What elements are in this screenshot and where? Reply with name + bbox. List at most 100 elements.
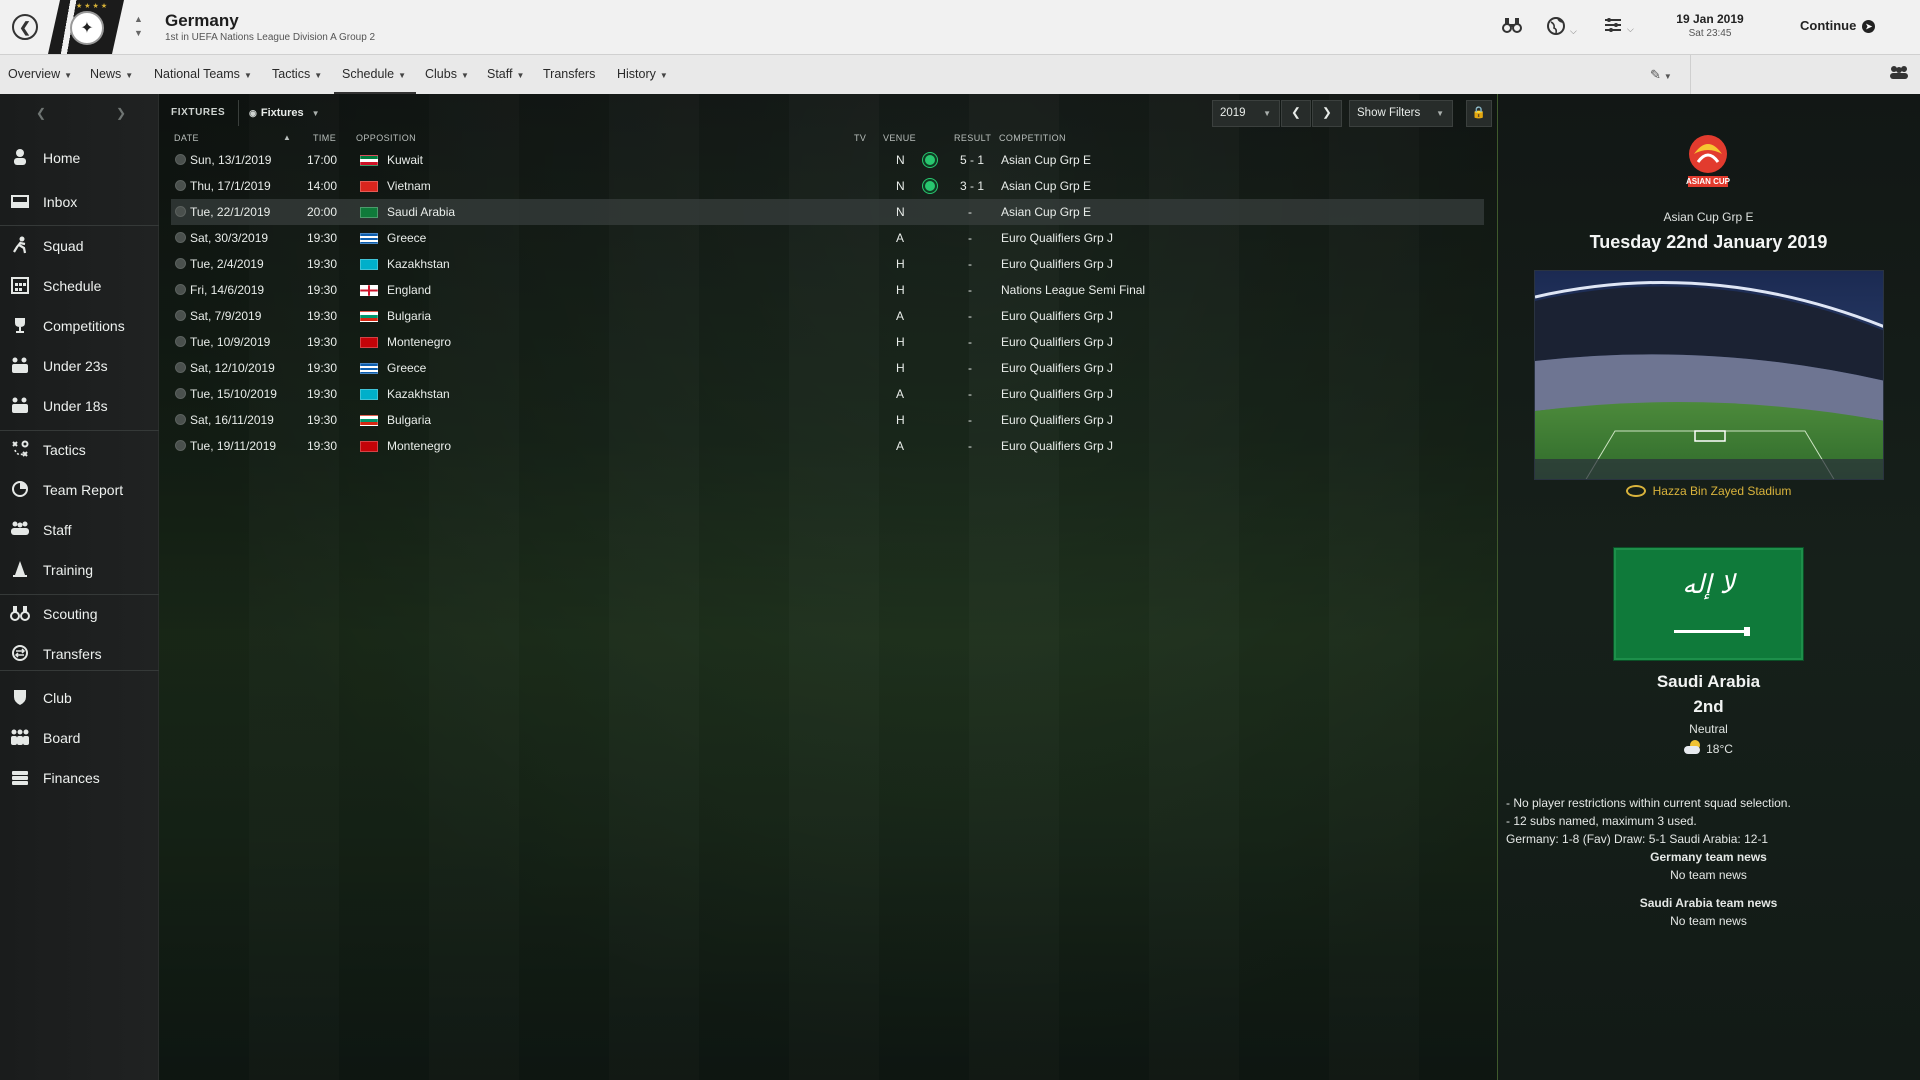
sort-asc-icon[interactable]: ▲ (283, 133, 291, 142)
nav-staff[interactable]: Staff ▼ (487, 67, 524, 81)
table-row[interactable]: Tue, 19/11/2019 19:30 Montenegro A - Euro Qua… (171, 433, 1484, 459)
fixture-result[interactable]: 5 - 1 (960, 153, 984, 167)
table-row[interactable]: Sat, 12/10/2019 19:30 Greece H - Euro Qualifi… (171, 355, 1484, 381)
settings-list-icon[interactable]: ⌵ (1603, 16, 1634, 39)
table-row[interactable]: Tue, 2/4/2019 19:30 Kazakhstan H - Euro Quali… (171, 251, 1484, 277)
fixture-result[interactable]: - (968, 387, 972, 401)
lock-icon[interactable]: 🔒 (1466, 100, 1492, 127)
nav-transfers[interactable]: Transfers (543, 67, 595, 81)
binoculars-icon[interactable] (1502, 16, 1522, 39)
fixture-competition[interactable]: Euro Qualifiers Grp J (1001, 309, 1113, 323)
col-header-tv[interactable]: TV (854, 133, 866, 143)
col-header-result[interactable]: RESULT (954, 133, 991, 143)
col-header-opposition[interactable]: OPPOSITION (356, 133, 416, 143)
fixtures-view-dropdown[interactable]: ◉ Fixtures ▼ (238, 100, 328, 126)
show-filters-button[interactable]: Show Filters ▼ (1349, 100, 1453, 127)
nav-tactics[interactable]: Tactics ▼ (272, 67, 322, 81)
next-year-button[interactable]: ❯ (1312, 100, 1342, 127)
col-header-competition[interactable]: COMPETITION (999, 133, 1066, 143)
fixture-competition[interactable]: Asian Cup Grp E (1001, 205, 1091, 219)
match-competition[interactable]: Asian Cup Grp E (1497, 210, 1920, 224)
sidebar-item-team-report[interactable]: Team Report (0, 474, 159, 506)
fixture-result[interactable]: - (968, 257, 972, 271)
nav-national-teams[interactable]: National Teams ▼ (154, 67, 252, 81)
fixture-competition[interactable]: Asian Cup Grp E (1001, 153, 1091, 167)
fixture-opposition[interactable]: Bulgaria (387, 309, 431, 323)
fixture-competition[interactable]: Euro Qualifiers Grp J (1001, 335, 1113, 349)
edit-pencil-icon[interactable]: ✎ ▼ (1650, 67, 1672, 83)
fixture-competition[interactable]: Euro Qualifiers Grp J (1001, 231, 1113, 245)
table-row[interactable]: Sat, 16/11/2019 19:30 Bulgaria H - Euro Quali… (171, 407, 1484, 433)
table-row[interactable]: Tue, 22/1/2019 20:00 Saudi Arabia N - Asian C… (171, 199, 1484, 225)
sidebar-item-competitions[interactable]: Competitions (0, 310, 159, 342)
col-header-venue[interactable]: VENUE (883, 133, 916, 143)
fixture-opposition[interactable]: Kazakhstan (387, 387, 450, 401)
fixture-competition[interactable]: Euro Qualifiers Grp J (1001, 361, 1113, 375)
sidebar-item-scouting[interactable]: Scouting (0, 598, 159, 630)
col-header-time[interactable]: TIME (313, 133, 336, 143)
fixture-competition[interactable]: Nations League Semi Final (1001, 283, 1145, 297)
fixture-opposition[interactable]: Greece (387, 231, 426, 245)
sidebar-item-schedule[interactable]: Schedule (0, 270, 159, 302)
sidebar-item-tactics[interactable]: Tactics (0, 434, 159, 466)
fixture-result[interactable]: 3 - 1 (960, 179, 984, 193)
fixture-result[interactable]: - (968, 361, 972, 375)
sidebar-item-under-18s[interactable]: Under 18s (0, 390, 159, 422)
fixture-opposition[interactable]: Montenegro (387, 335, 451, 349)
sidebar-item-club[interactable]: Club (0, 682, 159, 714)
table-row[interactable]: Tue, 10/9/2019 19:30 Montenegro H - Euro Qual… (171, 329, 1484, 355)
fixture-opposition[interactable]: Saudi Arabia (387, 205, 455, 219)
fixture-competition[interactable]: Euro Qualifiers Grp J (1001, 387, 1113, 401)
fixture-competition[interactable]: Euro Qualifiers Grp J (1001, 257, 1113, 271)
fixture-competition[interactable]: Euro Qualifiers Grp J (1001, 439, 1113, 453)
forward-arrow-icon[interactable]: ❯ (116, 106, 126, 120)
stadium-link[interactable]: Hazza Bin Zayed Stadium (1497, 484, 1920, 498)
fixture-result[interactable]: - (968, 283, 972, 297)
team-crest-icon[interactable]: ✦ (70, 11, 104, 45)
nav-overview[interactable]: Overview ▼ (8, 67, 72, 81)
sidebar-item-training[interactable]: Training (0, 554, 159, 586)
year-select[interactable]: 2019 ▼ (1212, 100, 1280, 127)
fixture-result[interactable]: - (968, 309, 972, 323)
nav-clubs[interactable]: Clubs ▼ (425, 67, 469, 81)
fixture-result[interactable]: - (968, 439, 972, 453)
people-icon[interactable] (1888, 65, 1910, 83)
table-row[interactable]: Sat, 7/9/2019 19:30 Bulgaria A - Euro Qualifi… (171, 303, 1484, 329)
table-row[interactable]: Thu, 17/1/2019 14:00 Vietnam N 3 - 1 Asian Cu… (171, 173, 1484, 199)
sidebar-item-home[interactable]: Home (0, 142, 159, 174)
fixture-opposition[interactable]: Vietnam (387, 179, 431, 193)
nav-news[interactable]: News ▼ (90, 67, 133, 81)
sidebar-item-board[interactable]: Board (0, 722, 159, 754)
back-arrow-icon[interactable]: ❮ (36, 106, 46, 120)
globe-icon[interactable]: ⌵ (1546, 16, 1577, 41)
fixture-opposition[interactable]: Greece (387, 361, 426, 375)
back-icon[interactable]: ❮ (12, 14, 38, 40)
fixture-opposition[interactable]: England (387, 283, 431, 297)
table-row[interactable]: Fri, 14/6/2019 19:30 England H - Nations Leag… (171, 277, 1484, 303)
saudi-arabia-flag[interactable]: لا إله (1614, 548, 1803, 660)
sidebar-item-inbox[interactable]: Inbox (0, 186, 159, 218)
fixture-result[interactable]: - (968, 335, 972, 349)
fixture-result[interactable]: - (968, 205, 972, 219)
fixture-competition[interactable]: Euro Qualifiers Grp J (1001, 413, 1113, 427)
fixture-opposition[interactable]: Kazakhstan (387, 257, 450, 271)
col-header-date[interactable]: DATE (174, 133, 199, 143)
fixture-competition[interactable]: Asian Cup Grp E (1001, 179, 1091, 193)
fixture-opposition[interactable]: Bulgaria (387, 413, 431, 427)
continue-button[interactable]: Continue ➤ (1800, 18, 1876, 34)
table-row[interactable]: Tue, 15/10/2019 19:30 Kazakhstan A - Euro Qua… (171, 381, 1484, 407)
fixture-result[interactable]: - (968, 231, 972, 245)
sidebar-item-squad[interactable]: Squad (0, 230, 159, 262)
fixture-opposition[interactable]: Kuwait (387, 153, 423, 167)
game-date[interactable]: 19 Jan 2019 Sat 23:45 (1660, 12, 1760, 39)
table-row[interactable]: Sun, 13/1/2019 17:00 Kuwait N 5 - 1 Asian Cup… (171, 147, 1484, 173)
prev-year-button[interactable]: ❮ (1281, 100, 1311, 127)
sidebar-item-under-23s[interactable]: Under 23s (0, 350, 159, 382)
table-row[interactable]: Sat, 30/3/2019 19:30 Greece A - Euro Qualifie… (171, 225, 1484, 251)
team-switch-arrows[interactable]: ▲ ▼ (134, 12, 143, 40)
sidebar-item-finances[interactable]: Finances (0, 762, 159, 794)
sidebar-item-transfers[interactable]: Transfers (0, 638, 159, 670)
sidebar-item-staff[interactable]: Staff (0, 514, 159, 546)
fixture-opposition[interactable]: Montenegro (387, 439, 451, 453)
nav-schedule[interactable]: Schedule ▼ (342, 67, 406, 81)
